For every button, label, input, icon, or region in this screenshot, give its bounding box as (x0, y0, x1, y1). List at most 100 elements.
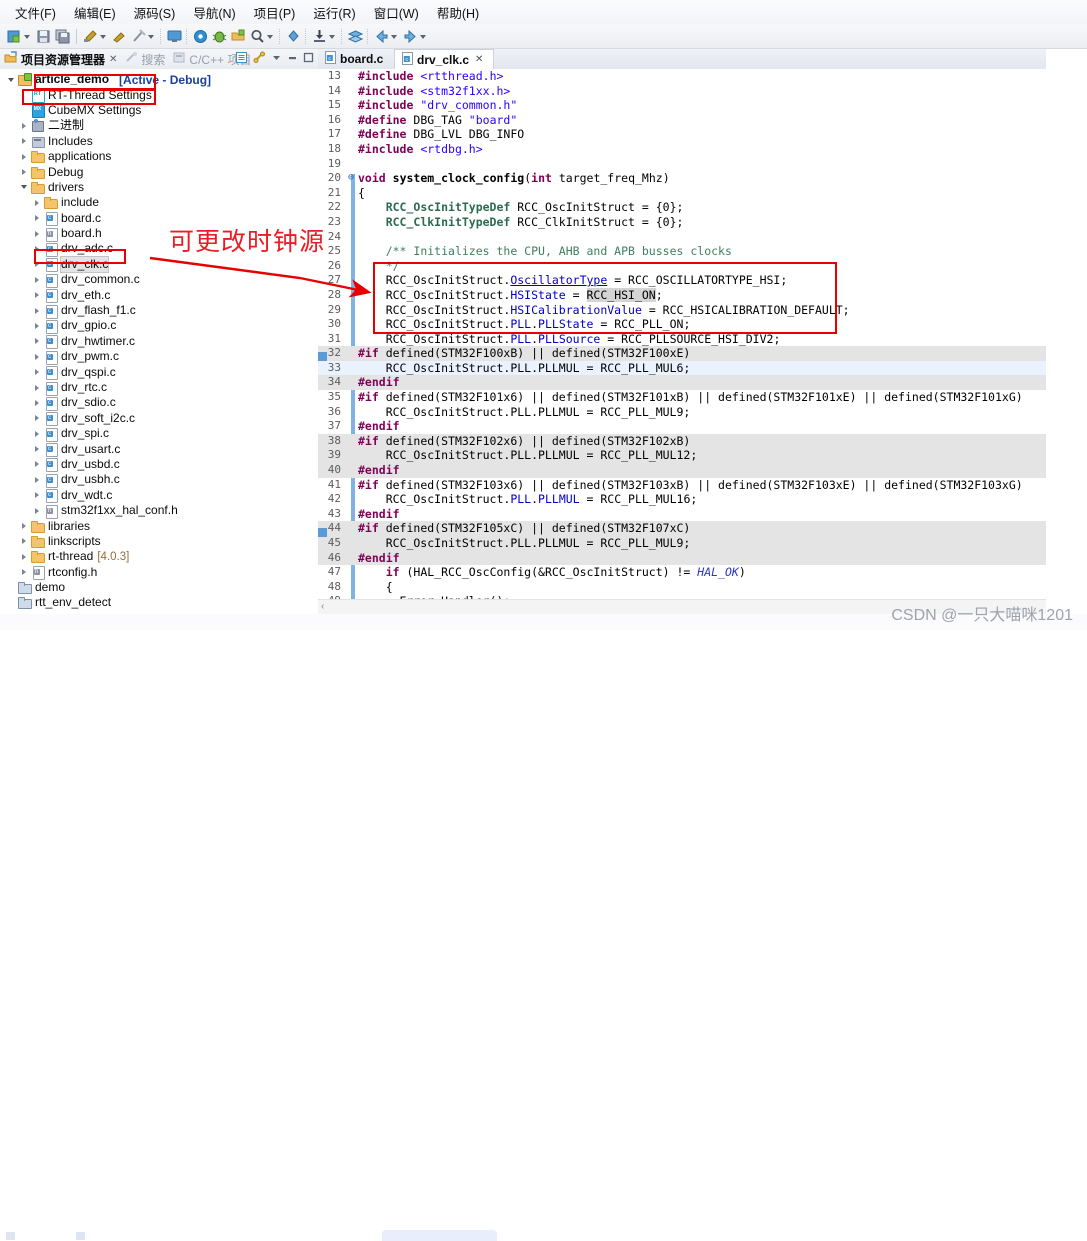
tree-item-drv-usart-c[interactable]: drv_usart.c (0, 441, 318, 458)
menu-navigate[interactable]: 导航(N) (184, 1, 244, 24)
code-line[interactable]: 46 #endif (318, 550, 1046, 566)
build-icon[interactable] (82, 28, 99, 45)
code-line[interactable]: 34 #endif (318, 375, 1046, 391)
menu-window[interactable]: 窗口(W) (365, 1, 428, 24)
tree-item-include[interactable]: include (0, 195, 318, 210)
tree-item-rt-thread-settings[interactable]: RT-Thread Settings (0, 87, 318, 103)
tree-item-drv-wdt-c[interactable]: drv_wdt.c (0, 488, 318, 504)
code-line[interactable]: 16 #define DBG_TAG "board" (318, 113, 1046, 128)
tree-expand-arrow-icon[interactable] (6, 72, 17, 87)
code-line[interactable]: 14 #include <stm32f1xx.h> (318, 84, 1046, 99)
maximize-icon[interactable] (303, 52, 314, 66)
build-dropdown-arrow[interactable] (100, 28, 107, 45)
tab-project-explorer[interactable]: 项目资源管理器 ✕ (0, 49, 121, 69)
tree-expand-arrow-icon[interactable] (32, 226, 43, 241)
tree-item-binaries[interactable]: 二进制 (0, 118, 318, 133)
tree-item-stm32f1xx-hal-conf-h[interactable]: stm32f1xx_hal_conf.h (0, 503, 318, 519)
code-line[interactable]: 20 ⊖ void system_clock_config(int target_f… (318, 171, 1046, 186)
back-icon[interactable] (373, 28, 390, 45)
tree-item-drv-gpio-c[interactable]: drv_gpio.c (0, 318, 318, 334)
menu-help[interactable]: 帮助(H) (428, 1, 488, 24)
code-line[interactable]: 37 #endif (318, 419, 1046, 434)
editor-tab-board-c[interactable]: c board.c (318, 49, 394, 69)
tree-item-drv-usbd-c[interactable]: drv_usbd.c (0, 457, 318, 473)
code-line[interactable]: 44 #if defined(STM32F105xC) || defined(ST… (318, 521, 1046, 536)
tree-item-rtconfig-h[interactable]: rtconfig.h (0, 565, 318, 581)
tree-item-drv-eth-c[interactable]: drv_eth.c (0, 287, 318, 304)
tab-project-explorer-close-icon[interactable]: ✕ (109, 54, 117, 65)
tree-expand-arrow-icon[interactable] (19, 565, 30, 580)
code-line[interactable]: 39 RCC_OscInitStruct.PLL.PLLMUL = RCC_PL… (318, 448, 1046, 464)
menu-project[interactable]: 项目(P) (245, 1, 305, 24)
tree-item-applications[interactable]: applications (0, 149, 318, 164)
tree-expand-arrow-icon[interactable] (19, 534, 30, 549)
code-text-area[interactable]: 13 #include <rtthread.h> 14 #include <stm32… (318, 69, 1046, 614)
tree-item-drv-rtc-c[interactable]: drv_rtc.c (0, 380, 318, 396)
tree-expand-arrow-icon[interactable] (19, 134, 30, 149)
code-line[interactable]: 33 RCC_OscInitStruct.PLL.PLLMUL = RCC_PL… (318, 360, 1046, 376)
collapse-all-icon[interactable] (235, 51, 248, 67)
tree-expand-arrow-icon[interactable] (32, 303, 43, 318)
tree-expand-arrow-icon[interactable] (32, 318, 43, 333)
code-line[interactable]: 17 #define DBG_LVL DBG_INFO (318, 127, 1046, 142)
clean-dropdown-arrow[interactable] (148, 28, 155, 45)
tree-expand-arrow-icon[interactable] (19, 149, 30, 164)
tree-item-demo[interactable]: demo (0, 580, 318, 595)
tree-item-drv-clk-c[interactable]: drv_clk.c (0, 255, 318, 273)
tab-search[interactable]: 搜索 (121, 49, 169, 69)
code-line[interactable]: 42 RCC_OscInitStruct.PLL.PLLMUL = RCC_PL… (318, 492, 1046, 507)
code-line[interactable]: 15 #include "drv_common.h" (318, 98, 1046, 113)
tree-expand-arrow-icon[interactable] (32, 241, 43, 256)
tree-expand-arrow-icon[interactable] (32, 272, 43, 287)
tree-item-article-demo[interactable]: article_demo [Active - Debug] (0, 72, 318, 87)
code-line[interactable]: 35 #if defined(STM32F101x6) || defined(ST… (318, 390, 1046, 405)
project-tree[interactable]: article_demo [Active - Debug]RT-Thread Se… (0, 69, 318, 614)
tree-expand-arrow-icon[interactable] (32, 442, 43, 457)
tree-item-rt-thread[interactable]: rt-thread [4.0.3] (0, 549, 318, 564)
display-icon[interactable] (166, 28, 183, 45)
back-dropdown-arrow[interactable] (391, 28, 398, 45)
tree-expand-arrow-icon[interactable] (19, 549, 30, 564)
link-icon[interactable] (285, 28, 302, 45)
tree-expand-arrow-icon[interactable] (32, 334, 43, 349)
tree-expand-arrow-icon[interactable] (32, 365, 43, 380)
code-line[interactable]: 48 { (318, 580, 1046, 595)
view-menu-icon[interactable] (271, 52, 282, 66)
tree-item-drv-qspi-c[interactable]: drv_qspi.c (0, 364, 318, 381)
code-line[interactable]: 22 RCC_OscInitTypeDef RCC_OscInitStruct … (318, 200, 1046, 215)
code-line[interactable]: 25 /** Initializes the CPU, AHB and APB … (318, 244, 1046, 259)
tree-item-drv-soft-i2c-c[interactable]: drv_soft_i2c.c (0, 411, 318, 427)
tree-item-drv-usbh-c[interactable]: drv_usbh.c (0, 472, 318, 488)
code-line[interactable]: 21 { (318, 186, 1046, 201)
code-line[interactable]: 13 #include <rtthread.h> (318, 69, 1046, 84)
search-icon[interactable] (249, 28, 266, 45)
tree-item-rtt-env-detect[interactable]: rtt_env_detect (0, 595, 318, 610)
download-icon[interactable] (311, 28, 328, 45)
tree-item-drv-pwm-c[interactable]: drv_pwm.c (0, 349, 318, 365)
editor-tab-close-icon[interactable]: ✕ (475, 54, 483, 65)
code-line[interactable]: 32 #if defined(STM32F100xB) || defined(ST… (318, 346, 1046, 361)
code-line[interactable]: 24 (318, 230, 1046, 245)
tree-expand-arrow-icon[interactable] (32, 195, 43, 210)
clean-icon[interactable] (130, 28, 147, 45)
tree-item-drv-spi-c[interactable]: drv_spi.c (0, 426, 318, 442)
scroll-left-icon[interactable]: ‹ (321, 600, 324, 614)
tree-item-drv-hwtimer-c[interactable]: drv_hwtimer.c (0, 334, 318, 350)
tree-expand-arrow-icon[interactable] (19, 519, 30, 534)
tree-expand-arrow-icon[interactable] (32, 380, 43, 395)
open-icon[interactable] (230, 28, 247, 45)
tree-item-drv-sdio-c[interactable]: drv_sdio.c (0, 395, 318, 411)
tree-item-drv-flash-f1-c[interactable]: drv_flash_f1.c (0, 303, 318, 319)
tree-expand-arrow-icon[interactable] (32, 411, 43, 426)
tree-expand-arrow-icon[interactable] (32, 257, 43, 272)
editor-tab-drv-clk-c[interactable]: c drv_clk.c ✕ (394, 49, 494, 69)
menu-file[interactable]: 文件(F) (6, 1, 65, 24)
forward-icon[interactable] (402, 28, 419, 45)
menu-edit[interactable]: 编辑(E) (65, 1, 125, 24)
tree-expand-arrow-icon[interactable] (32, 472, 43, 487)
menu-run[interactable]: 运行(R) (304, 1, 364, 24)
code-line[interactable]: 40 #endif (318, 463, 1046, 478)
tree-item-libraries[interactable]: libraries (0, 518, 318, 533)
search-dropdown-arrow[interactable] (267, 28, 274, 45)
tree-expand-arrow-icon[interactable] (32, 288, 43, 303)
